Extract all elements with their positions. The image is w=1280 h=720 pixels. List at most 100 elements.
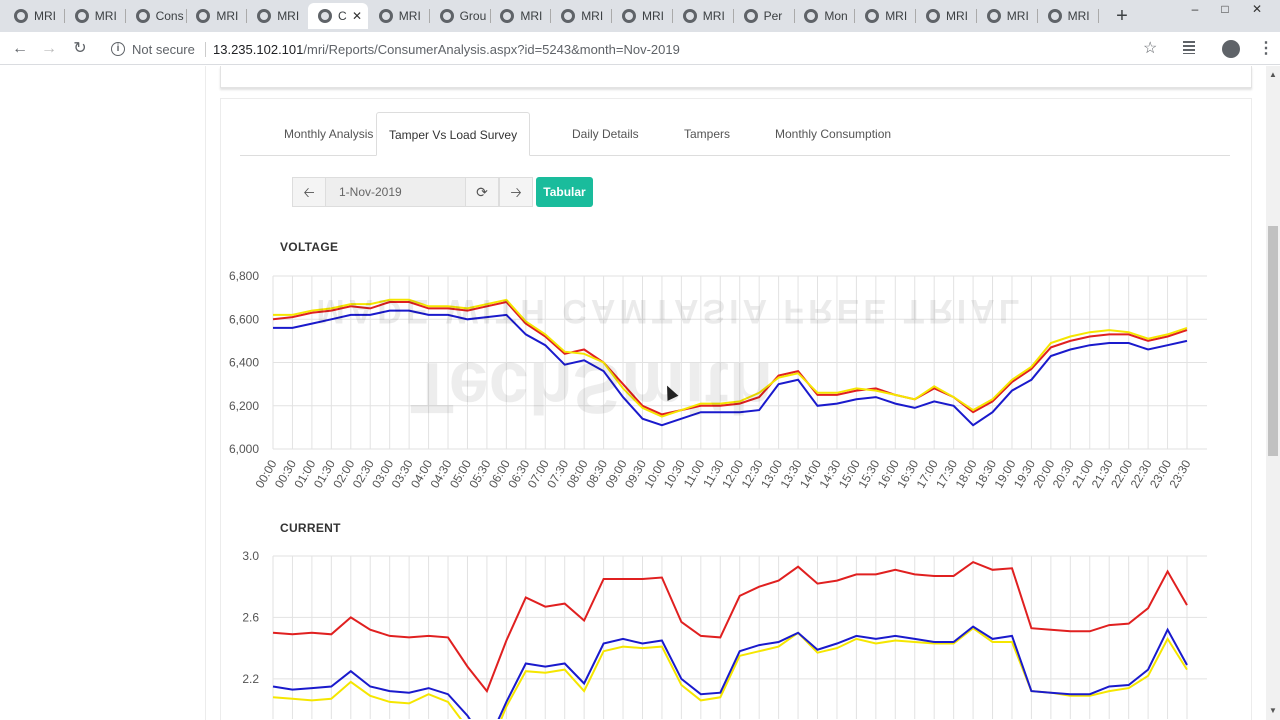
- scroll-thumb[interactable]: [1268, 226, 1278, 456]
- browser-tab-label: Grou: [459, 9, 487, 23]
- globe-icon: [804, 9, 819, 23]
- browser-tab[interactable]: MRI: [65, 3, 125, 29]
- globe-icon: [622, 9, 636, 23]
- browser-tab-label: MRI: [398, 9, 421, 23]
- browser-tab-label: MRI: [946, 9, 968, 23]
- y-tick-label: 3.0: [242, 549, 259, 563]
- browser-tab[interactable]: MRI: [490, 3, 550, 29]
- browser-tab[interactable]: MRI: [916, 3, 976, 29]
- browser-tab-label: MRI: [94, 9, 117, 23]
- current-chart-title: CURRENT: [280, 521, 341, 535]
- current-chart: 1.82.22.63.0: [242, 549, 1207, 719]
- globe-icon: [14, 9, 28, 23]
- url-host: 13.235.102.101: [213, 42, 304, 57]
- browser-tab[interactable]: MRI: [977, 3, 1037, 29]
- next-day-button[interactable]: 🡢: [499, 177, 533, 207]
- globe-icon: [257, 9, 272, 23]
- close-tab-icon[interactable]: ✕: [352, 9, 362, 23]
- maximize-button[interactable]: □: [1210, 0, 1240, 20]
- minimize-button[interactable]: –: [1180, 0, 1210, 20]
- page-scrollbar[interactable]: ▲ ▼: [1266, 66, 1280, 720]
- browser-tab-label: MRI: [277, 9, 300, 23]
- globe-icon: [561, 9, 576, 23]
- browser-tab-strip: MRI MRI Cons MRI MRI C ✕ MRI Grou MRI MRI MRI MRI Per…: [0, 0, 1280, 32]
- browser-menu-icon[interactable]: ⋮: [1258, 38, 1274, 58]
- y-tick-label: 6,200: [229, 399, 259, 413]
- prev-day-button[interactable]: 🡠: [292, 177, 326, 207]
- globe-icon: [926, 9, 940, 23]
- sidebar: [0, 66, 206, 720]
- tab-separator: [1097, 9, 1099, 23]
- browser-tab-label: MRI: [702, 9, 725, 23]
- browser-tab[interactable]: MRI: [186, 3, 246, 29]
- browser-tab-label: MRI: [885, 9, 908, 23]
- browser-tab-label: Mon: [824, 9, 848, 23]
- globe-icon: [986, 9, 1001, 23]
- browser-tab[interactable]: Per: [734, 3, 794, 29]
- bookmark-star-icon[interactable]: ☆: [1143, 38, 1157, 58]
- globe-icon: [682, 9, 697, 23]
- browser-tab-label: MRI: [581, 9, 604, 23]
- globe-icon: [500, 9, 515, 23]
- browser-tab[interactable]: MRI: [673, 3, 733, 29]
- browser-tab-label: MRI: [642, 9, 664, 23]
- browser-tab[interactable]: MRI: [1038, 3, 1098, 29]
- browser-tab[interactable]: C ✕: [308, 3, 368, 29]
- forward-icon[interactable]: →: [38, 38, 60, 60]
- browser-tab[interactable]: MRI: [369, 3, 429, 29]
- globe-icon: [378, 9, 393, 23]
- voltage-chart-title: VOLTAGE: [280, 240, 339, 254]
- techsmith-watermark-logo: TechSmith: [410, 347, 773, 427]
- date-input[interactable]: 1-Nov-2019: [326, 177, 465, 207]
- browser-tab-label: Per: [763, 9, 783, 23]
- url-path: /mri/Reports/ConsumerAnalysis.aspx?id=52…: [303, 42, 680, 57]
- browser-tab-label: MRI: [1067, 9, 1090, 23]
- new-tab-button[interactable]: +: [1111, 5, 1133, 27]
- url-text[interactable]: 13.235.102.101/mri/Reports/ConsumerAnaly…: [213, 42, 680, 57]
- reload-icon[interactable]: ↻: [69, 38, 91, 60]
- tab-monthly-analysis[interactable]: Monthly Analysis: [272, 112, 385, 156]
- x-tick-label: 23:30: [1166, 457, 1193, 490]
- info-icon[interactable]: i: [111, 42, 125, 56]
- camtasia-watermark-text: MADE WITH CAMTASIA FREE TRIAL: [316, 292, 1024, 330]
- globe-icon: [439, 9, 454, 23]
- top-card: [220, 66, 1252, 88]
- browser-tab-label: MRI: [1006, 9, 1029, 23]
- browser-tab[interactable]: MRI: [4, 3, 64, 29]
- browser-tab-label: C: [338, 9, 347, 23]
- browser-tab[interactable]: MRI: [855, 3, 915, 29]
- globe-icon: [865, 9, 880, 23]
- scroll-up-arrow-icon[interactable]: ▲: [1269, 70, 1277, 79]
- browser-tab[interactable]: Mon: [794, 3, 854, 29]
- report-tabs: Monthly Analysis Tamper Vs Load Survey D…: [240, 112, 1230, 156]
- tab-daily-details[interactable]: Daily Details: [560, 112, 651, 156]
- browser-tab[interactable]: MRI: [551, 3, 611, 29]
- page-viewport: Monthly Analysis Tamper Vs Load Survey D…: [0, 66, 1280, 720]
- tab-tamper-vs-load-survey[interactable]: Tamper Vs Load Survey: [376, 112, 531, 156]
- address-bar[interactable]: i Not secure 13.235.102.101/mri/Reports/…: [102, 35, 1172, 63]
- browser-tab-label: MRI: [520, 9, 543, 23]
- globe-icon: [196, 9, 211, 23]
- tab-monthly-consumption[interactable]: Monthly Consumption: [763, 112, 903, 156]
- globe-icon: [743, 9, 758, 23]
- browser-tab-label: Cons: [155, 9, 184, 23]
- browser-tab[interactable]: Cons: [126, 3, 186, 29]
- series-line-blue: [272, 625, 1188, 719]
- y-tick-label: 6,800: [229, 269, 259, 283]
- close-window-button[interactable]: ✕: [1242, 0, 1272, 20]
- refresh-button[interactable]: ⟳: [465, 177, 499, 207]
- globe-icon: [1047, 9, 1062, 23]
- browser-tab[interactable]: Grou: [430, 3, 490, 29]
- profile-avatar-icon[interactable]: [1222, 40, 1240, 58]
- globe-icon: [74, 9, 89, 23]
- browser-tab[interactable]: MRI: [612, 3, 672, 29]
- tabular-button[interactable]: Tabular: [536, 177, 593, 207]
- extension-icon[interactable]: [1183, 41, 1195, 54]
- url-divider: [205, 42, 206, 57]
- tab-tampers[interactable]: Tampers: [672, 112, 742, 156]
- back-icon[interactable]: ←: [9, 38, 31, 60]
- scroll-down-arrow-icon[interactable]: ▼: [1269, 706, 1277, 715]
- globe-icon: [318, 9, 332, 23]
- security-label[interactable]: Not secure: [132, 42, 195, 57]
- browser-tab[interactable]: MRI: [247, 3, 307, 29]
